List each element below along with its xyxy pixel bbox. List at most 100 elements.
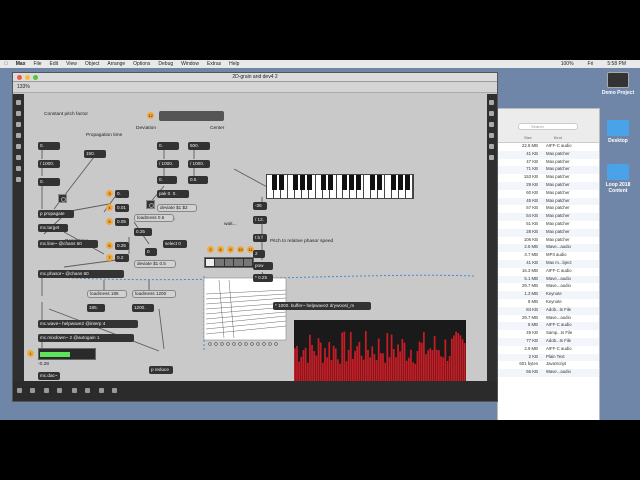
number-box[interactable]: 0 xyxy=(145,248,157,256)
finder-row[interactable]: 41 KB Max m...bject xyxy=(498,259,599,268)
toolbar-tool-icon[interactable] xyxy=(16,100,21,105)
desktop-icon-demo-project[interactable]: Demo Project xyxy=(596,72,640,96)
finder-row[interactable]: 51 KB Max patcher xyxy=(498,221,599,229)
finder-row[interactable]: 1.3 MB Keynote xyxy=(498,291,599,299)
multichannel-waveform-display[interactable] xyxy=(294,320,466,382)
finder-row[interactable]: 2.9 MB AIFF-C audio xyxy=(498,346,599,354)
finder-row[interactable]: 5.1 MB Wave...audio xyxy=(498,275,599,284)
menu-window[interactable]: Window xyxy=(181,61,199,67)
loadmess-object[interactable]: loadmess 0.5 xyxy=(134,214,174,222)
number-box[interactable]: 0.05 xyxy=(115,218,129,226)
column-size[interactable]: Size xyxy=(524,135,532,140)
menu-view[interactable]: View xyxy=(66,61,77,67)
minimize-icon[interactable] xyxy=(25,75,30,80)
menu-arrange[interactable]: Arrange xyxy=(107,61,125,67)
finder-row[interactable]: 77 KB Adob...ts File xyxy=(498,337,599,346)
battery-status[interactable]: 100% xyxy=(561,61,574,67)
menu-options[interactable]: Options xyxy=(133,61,150,67)
deviate-message[interactable]: deviate $1 $2 xyxy=(157,204,197,212)
radio-group[interactable] xyxy=(204,257,254,268)
divide-object[interactable]: / 1000. xyxy=(38,160,60,168)
piano-black-key[interactable] xyxy=(405,175,411,190)
trigger-object[interactable]: t b f xyxy=(253,234,267,242)
mc-line-object[interactable]: mc.line~ @chans 60 xyxy=(38,240,98,248)
piano-black-key[interactable] xyxy=(398,175,404,190)
number-box[interactable]: 1200. xyxy=(132,304,154,312)
divide-object[interactable]: / 12. xyxy=(253,216,267,224)
pak-object[interactable]: pak 0. 0. xyxy=(157,190,189,198)
mc-phasor-object[interactable]: mc.phasor~ @chans 60 xyxy=(38,270,124,278)
number-box[interactable]: 0. xyxy=(157,176,177,184)
menu-object[interactable]: Object xyxy=(85,61,99,67)
finder-row[interactable]: 29.7 MB Wave...audio xyxy=(498,283,599,291)
number-box[interactable]: 0.25 xyxy=(134,228,152,236)
grid-icon[interactable] xyxy=(57,388,63,393)
number-box[interactable]: 0. xyxy=(38,142,60,150)
piano-black-key[interactable] xyxy=(278,175,284,190)
menu-extras[interactable]: Extras xyxy=(207,61,221,67)
finder-row[interactable]: 56 KB Wave...audio xyxy=(498,369,599,377)
mc-dac-object[interactable]: mc.dac~ xyxy=(38,372,60,380)
finder-row[interactable]: 22.8 MB AIFF-C audio xyxy=(498,143,599,151)
sidebar-tool-icon[interactable] xyxy=(489,144,494,149)
piano-black-key[interactable] xyxy=(271,175,277,190)
sidebar-tool-icon[interactable] xyxy=(489,155,494,160)
menu-edit[interactable]: Edit xyxy=(50,61,59,67)
debug-icon[interactable] xyxy=(84,388,90,393)
multiply-object[interactable]: * 0.25 xyxy=(253,274,273,282)
number-box[interactable]: -36 xyxy=(253,202,267,210)
select-object[interactable]: select 0 xyxy=(163,240,187,248)
finder-window[interactable]: Search Size Kind 22.8 MB AIFF-C audio 41 K… xyxy=(497,108,600,420)
desktop-icon-desktop[interactable]: Desktop xyxy=(596,120,640,144)
finder-row[interactable]: 2 KB Plain Text xyxy=(498,353,599,362)
clock[interactable]: 5:58 PM xyxy=(607,61,626,67)
zoom-icon[interactable] xyxy=(33,75,38,80)
menu-debug[interactable]: Debug xyxy=(158,61,173,67)
toolbar-tool-icon[interactable] xyxy=(16,122,21,127)
mc-target-object[interactable]: mc.target xyxy=(38,224,68,232)
toolbar-tool-icon[interactable] xyxy=(16,177,21,182)
piano-black-key[interactable] xyxy=(299,175,305,190)
finder-row[interactable]: 8 MB Keynote xyxy=(498,299,599,307)
finder-row[interactable]: 47 KB Max patcher xyxy=(498,159,599,167)
divide-object[interactable]: / 1000. xyxy=(157,160,179,168)
piano-black-key[interactable] xyxy=(391,175,397,190)
toolbar-tool-icon[interactable] xyxy=(16,155,21,160)
gain-slider[interactable] xyxy=(38,348,96,360)
loadmess-object[interactable]: loadmess 1200 xyxy=(132,290,176,298)
finder-row[interactable]: 57 KB Max patcher xyxy=(498,205,599,213)
max-patcher-window[interactable]: 2D-grain and dev4 2 133% Constant pitch … xyxy=(12,72,498,402)
sidebar-tool-icon[interactable] xyxy=(489,111,494,116)
number-box[interactable]: 150. xyxy=(84,150,106,158)
number-box[interactable]: 185. xyxy=(87,304,105,312)
presentation-icon[interactable] xyxy=(30,388,35,393)
piano-black-key[interactable] xyxy=(377,175,383,190)
finder-search-field[interactable]: Search xyxy=(518,123,578,130)
toolbar-tool-icon[interactable] xyxy=(16,144,21,149)
bang-button[interactable] xyxy=(146,200,155,209)
finder-row[interactable]: 106 KB Max patcher xyxy=(498,237,599,245)
piano-black-key[interactable] xyxy=(292,175,298,190)
piano-black-key[interactable] xyxy=(320,175,326,190)
finder-row[interactable]: 54 KB Max patcher xyxy=(498,213,599,221)
zoom-level[interactable]: 133% xyxy=(17,84,30,90)
pow-object[interactable]: pow xyxy=(253,262,273,270)
finder-row[interactable]: 45 KB Max patcher xyxy=(498,197,599,206)
bang-button[interactable] xyxy=(58,194,67,203)
number-box[interactable]: 0.2 xyxy=(115,254,129,262)
lock-icon[interactable] xyxy=(17,388,22,393)
window-titlebar[interactable]: 2D-grain and dev4 2 xyxy=(13,73,497,82)
number-box[interactable]: 0.01 xyxy=(115,204,129,212)
piano-black-key[interactable] xyxy=(370,175,376,190)
toolbar-tool-icon[interactable] xyxy=(16,111,21,116)
sidebar-icon[interactable] xyxy=(112,388,118,393)
deviation-number[interactable]: 0. xyxy=(157,142,179,150)
piano-black-key[interactable] xyxy=(349,175,355,190)
piano-black-key[interactable] xyxy=(306,175,312,190)
piano-black-key[interactable] xyxy=(356,175,362,190)
finder-row[interactable]: 5 MB AIFF-C audio xyxy=(498,322,599,331)
divide-object[interactable]: / 1000. xyxy=(188,160,210,168)
loadmess-object[interactable]: loadmess 185 xyxy=(87,290,127,298)
finder-row[interactable]: 16.3 MB AIFF-C audio xyxy=(498,268,599,276)
slider[interactable] xyxy=(159,111,224,121)
